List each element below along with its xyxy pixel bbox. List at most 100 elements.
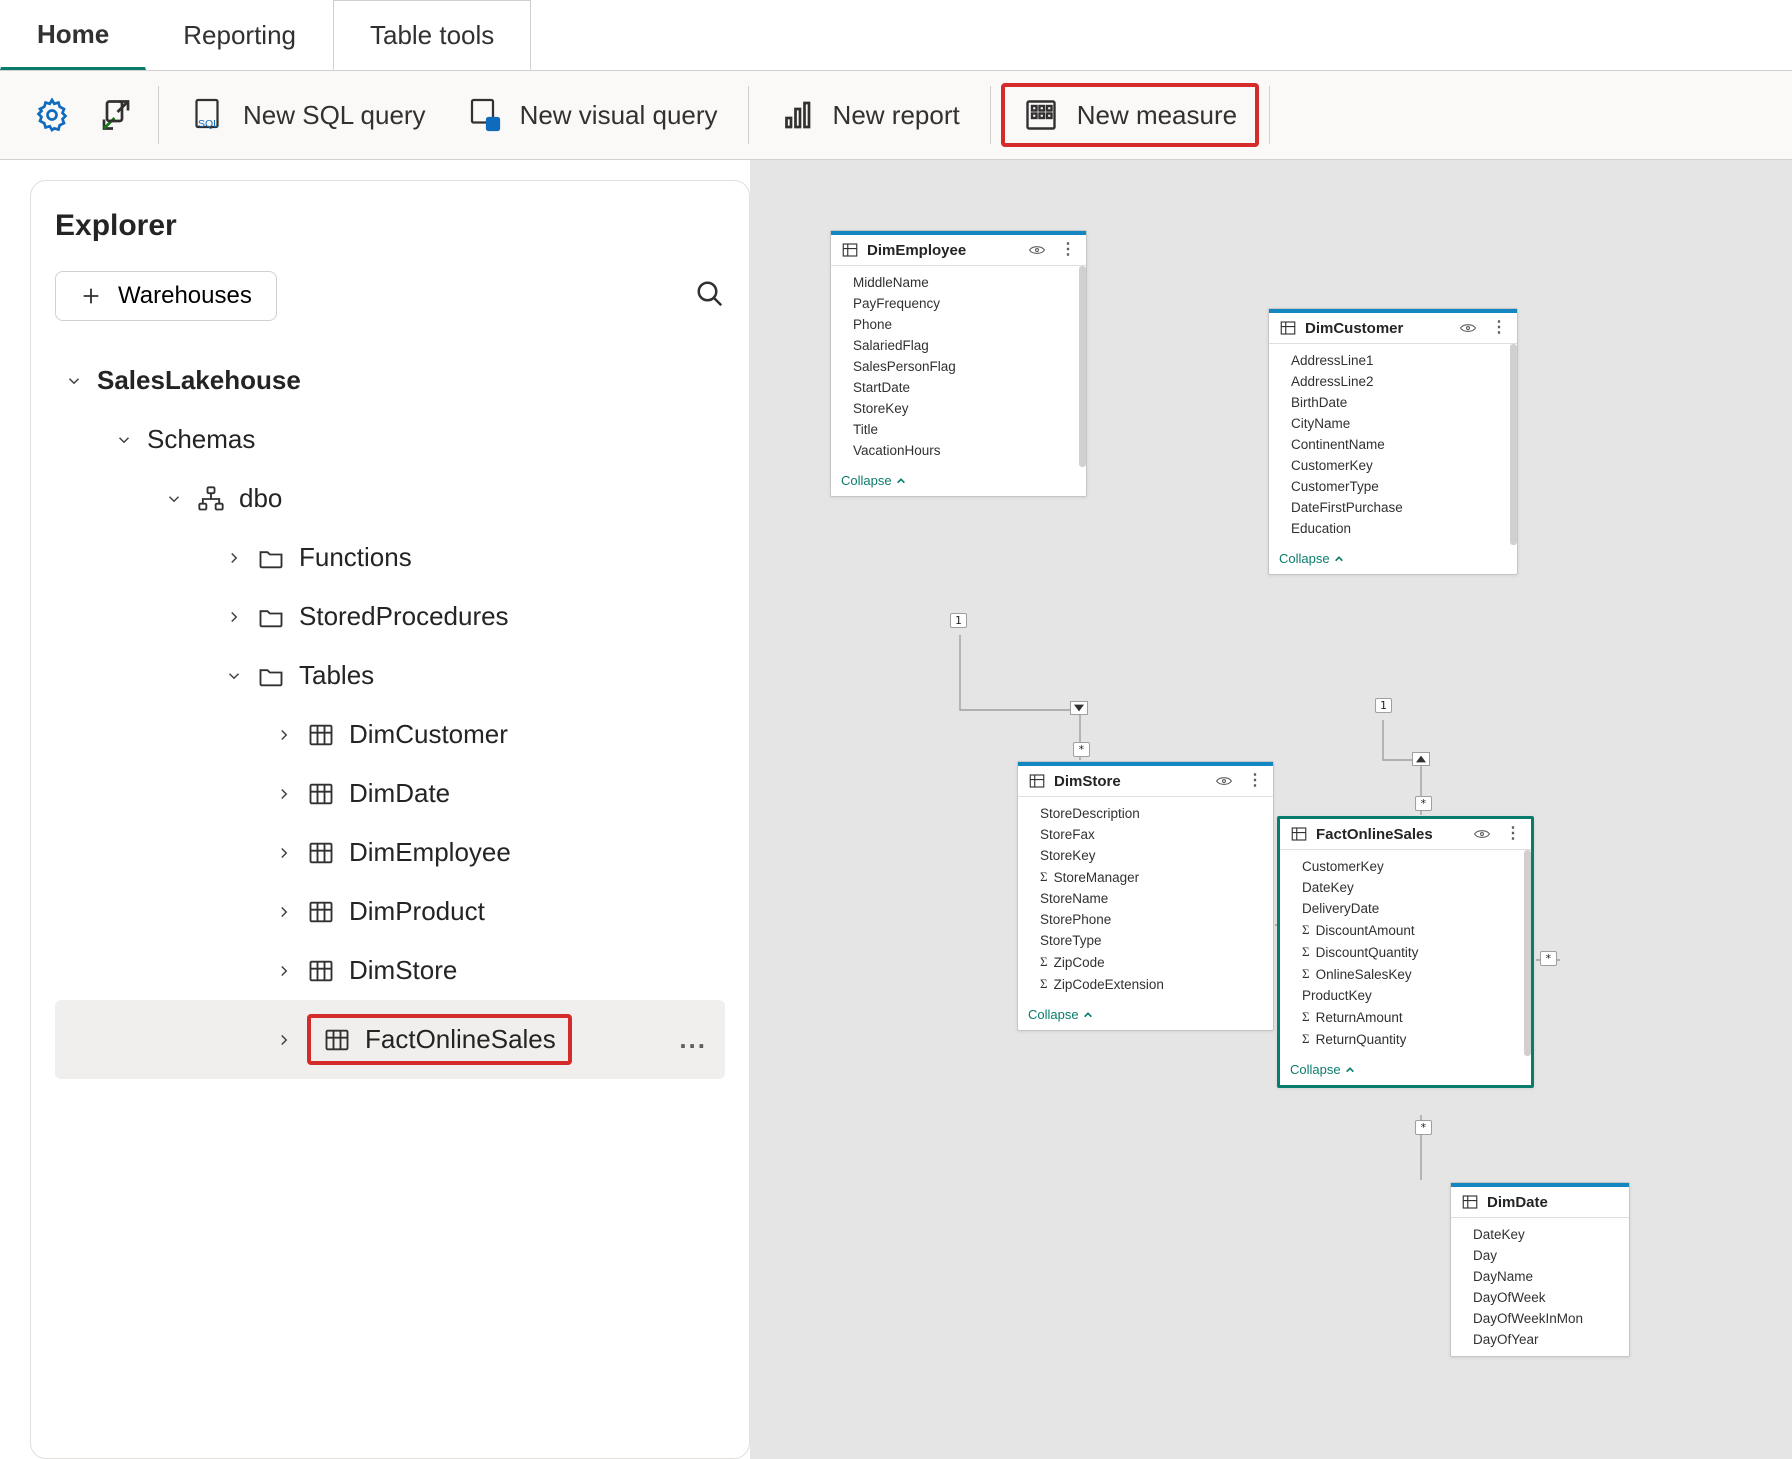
collapse-button[interactable]: Collapse [1269, 545, 1517, 574]
svg-text:SQL: SQL [198, 118, 219, 130]
tab-home[interactable]: Home [0, 0, 146, 70]
toolbar-divider [1269, 86, 1270, 144]
column-name[interactable]: DateKey [1451, 1224, 1629, 1245]
column-name[interactable]: StoreDescription [1018, 803, 1273, 824]
tree-node-table-selected[interactable]: FactOnlineSales ... [55, 1000, 725, 1079]
tab-reporting[interactable]: Reporting [146, 0, 333, 70]
column-name[interactable]: DateKey [1280, 877, 1531, 898]
more-options-button[interactable]: ... [679, 1024, 707, 1055]
card-header[interactable]: FactOnlineSales ⋮ [1280, 819, 1531, 850]
card-fact-online-sales[interactable]: FactOnlineSales ⋮ CustomerKey DateKey De… [1277, 816, 1534, 1088]
column-name[interactable]: VacationHours [831, 440, 1086, 461]
eye-icon[interactable] [1028, 244, 1046, 256]
tree-node-table[interactable]: DimStore [55, 941, 725, 1000]
column-name[interactable]: Title [831, 419, 1086, 440]
column-name[interactable]: BirthDate [1269, 392, 1517, 413]
column-name[interactable]: ΣDiscountAmount [1280, 919, 1531, 941]
card-header[interactable]: DimCustomer ⋮ [1269, 313, 1517, 344]
column-name[interactable]: ΣReturnAmount [1280, 1006, 1531, 1028]
column-name[interactable]: ContinentName [1269, 434, 1517, 455]
sigma-icon: Σ [1040, 869, 1048, 885]
new-visual-query-button[interactable]: New visual query [446, 87, 738, 143]
tree-node-lakehouse[interactable]: SalesLakehouse [55, 351, 725, 410]
column-name[interactable]: DayOfYear [1451, 1329, 1629, 1350]
column-name[interactable]: PayFrequency [831, 293, 1086, 314]
collapse-button[interactable]: Collapse [1018, 1001, 1273, 1030]
tree-node-table[interactable]: DimDate [55, 764, 725, 823]
table-icon [1290, 825, 1308, 843]
tree-node-table[interactable]: DimEmployee [55, 823, 725, 882]
chevron-down-icon [225, 667, 243, 685]
column-name[interactable]: StartDate [831, 377, 1086, 398]
tree-node-tables[interactable]: Tables [55, 646, 725, 705]
column-name[interactable]: AddressLine1 [1269, 350, 1517, 371]
column-name[interactable]: MiddleName [831, 272, 1086, 293]
card-dim-employee[interactable]: DimEmployee ⋮ MiddleName PayFrequency Ph… [830, 230, 1087, 497]
card-header[interactable]: DimEmployee ⋮ [831, 235, 1086, 266]
table-icon [841, 241, 859, 259]
column-name[interactable]: StorePhone [1018, 909, 1273, 930]
new-measure-button[interactable]: New measure [1015, 93, 1245, 137]
column-name[interactable]: SalesPersonFlag [831, 356, 1086, 377]
column-name[interactable]: DayOfWeek [1451, 1287, 1629, 1308]
collapse-button[interactable]: Collapse [1280, 1056, 1531, 1085]
column-name[interactable]: DateFirstPurchase [1269, 497, 1517, 518]
tree-node-schemas[interactable]: Schemas [55, 410, 725, 469]
new-report-button[interactable]: New report [759, 87, 980, 143]
card-more-icon[interactable]: ⋮ [1505, 829, 1521, 839]
search-button[interactable] [695, 279, 725, 314]
tab-table-tools[interactable]: Table tools [333, 0, 531, 70]
column-name[interactable]: Education [1269, 518, 1517, 539]
node-label: Functions [299, 542, 412, 573]
column-name[interactable]: StoreType [1018, 930, 1273, 951]
card-dim-date[interactable]: DimDate DateKey Day DayName DayOfWeek Da… [1450, 1182, 1630, 1357]
relationship-filter-icon [1070, 701, 1088, 715]
column-name[interactable]: ΣStoreManager [1018, 866, 1273, 888]
card-more-icon[interactable]: ⋮ [1247, 776, 1263, 786]
column-name[interactable]: Day [1451, 1245, 1629, 1266]
column-name[interactable]: Phone [831, 314, 1086, 335]
card-header[interactable]: DimStore ⋮ [1018, 766, 1273, 797]
card-dim-store[interactable]: DimStore ⋮ StoreDescription StoreFax Sto… [1017, 761, 1274, 1031]
table-icon [307, 839, 335, 867]
column-name[interactable]: ProductKey [1280, 985, 1531, 1006]
card-header[interactable]: DimDate [1451, 1187, 1629, 1218]
tree-node-dbo[interactable]: dbo [55, 469, 725, 528]
eye-icon[interactable] [1459, 322, 1477, 334]
column-name[interactable]: DeliveryDate [1280, 898, 1531, 919]
column-name[interactable]: CustomerKey [1280, 856, 1531, 877]
tree-node-table[interactable]: DimCustomer [55, 705, 725, 764]
column-name[interactable]: SalariedFlag [831, 335, 1086, 356]
tree-node-stored-procedures[interactable]: StoredProcedures [55, 587, 725, 646]
column-name[interactable]: ΣDiscountQuantity [1280, 941, 1531, 963]
column-name[interactable]: StoreKey [1018, 845, 1273, 866]
eye-icon[interactable] [1473, 828, 1491, 840]
column-name[interactable]: DayOfWeekInMon [1451, 1308, 1629, 1329]
column-name[interactable]: ΣZipCodeExtension [1018, 973, 1273, 995]
gear-icon [34, 97, 70, 133]
column-name[interactable]: AddressLine2 [1269, 371, 1517, 392]
card-more-icon[interactable]: ⋮ [1491, 323, 1507, 333]
column-name[interactable]: CustomerKey [1269, 455, 1517, 476]
refresh-button[interactable] [84, 87, 148, 143]
sigma-icon: Σ [1302, 966, 1310, 982]
tree-node-table[interactable]: DimProduct [55, 882, 725, 941]
card-more-icon[interactable]: ⋮ [1060, 245, 1076, 255]
column-name[interactable]: StoreKey [831, 398, 1086, 419]
column-name[interactable]: ΣZipCode [1018, 951, 1273, 973]
add-warehouses-button[interactable]: Warehouses [55, 271, 277, 321]
column-name[interactable]: CustomerType [1269, 476, 1517, 497]
settings-button[interactable] [20, 87, 84, 143]
column-name[interactable]: ΣReturnQuantity [1280, 1028, 1531, 1050]
column-name[interactable]: StoreFax [1018, 824, 1273, 845]
card-dim-customer[interactable]: DimCustomer ⋮ AddressLine1 AddressLine2 … [1268, 308, 1518, 575]
model-canvas[interactable]: DimEmployee ⋮ MiddleName PayFrequency Ph… [750, 160, 1792, 1459]
eye-icon[interactable] [1215, 775, 1233, 787]
new-sql-query-button[interactable]: SQL New SQL query [169, 87, 446, 143]
column-name[interactable]: ΣOnlineSalesKey [1280, 963, 1531, 985]
column-name[interactable]: CityName [1269, 413, 1517, 434]
column-name[interactable]: DayName [1451, 1266, 1629, 1287]
collapse-button[interactable]: Collapse [831, 467, 1086, 496]
tree-node-functions[interactable]: Functions [55, 528, 725, 587]
column-name[interactable]: StoreName [1018, 888, 1273, 909]
